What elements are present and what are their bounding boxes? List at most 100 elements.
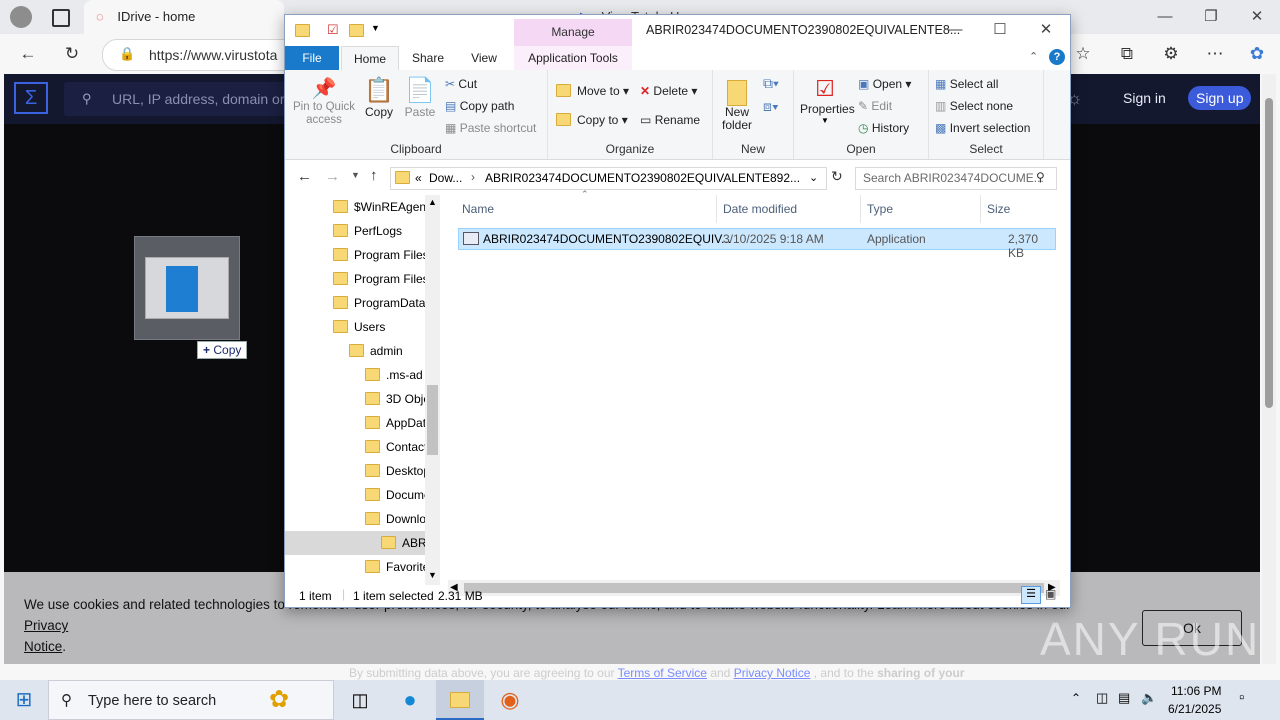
- details-view-icon[interactable]: ☰: [1021, 586, 1041, 604]
- tree-item[interactable]: 3D Objects: [285, 387, 440, 411]
- tab-actions-icon[interactable]: [52, 9, 70, 27]
- favorites-icon[interactable]: ☆: [1068, 39, 1098, 69]
- tree-item[interactable]: Favorites: [285, 555, 440, 579]
- collections-icon[interactable]: ⧉: [1112, 39, 1142, 69]
- recent-dropdown-icon[interactable]: ▼: [351, 170, 360, 180]
- tree-item[interactable]: Program Files: [285, 243, 440, 267]
- notifications-icon[interactable]: ▫: [1239, 689, 1244, 706]
- paste-shortcut-button[interactable]: ▦ Paste shortcut: [445, 121, 536, 135]
- refresh-path-icon[interactable]: ↻: [831, 168, 843, 185]
- easy-access-icon[interactable]: ⧈▾: [763, 98, 779, 115]
- edit-button[interactable]: ✎ Edit: [858, 99, 892, 113]
- tree-item[interactable]: Contacts: [285, 435, 440, 459]
- up-arrow-icon[interactable]: ↑: [370, 167, 378, 184]
- select-all-button[interactable]: ▦ Select all: [935, 77, 998, 91]
- delete-button[interactable]: ✕ Delete ▾: [640, 84, 697, 98]
- scroll-up-icon[interactable]: ▲: [428, 197, 437, 207]
- invert-selection-button[interactable]: ▩ Invert selection: [935, 121, 1030, 135]
- sign-in-link[interactable]: Sign in: [1123, 90, 1166, 106]
- open-button[interactable]: ▣ Open ▾: [858, 77, 911, 91]
- tree-item[interactable]: Documents: [285, 483, 440, 507]
- pin-quick-access-button[interactable]: 📌 Pin to Quick access: [291, 76, 357, 127]
- forward-arrow-icon[interactable]: →: [325, 168, 340, 185]
- task-view-icon[interactable]: ◫: [336, 680, 384, 720]
- tree-item[interactable]: ProgramData: [285, 291, 440, 315]
- tab-application-tools[interactable]: Application Tools: [514, 46, 632, 70]
- tab-view[interactable]: View: [459, 46, 509, 70]
- profile-avatar[interactable]: [10, 6, 32, 28]
- tree-item[interactable]: $WinREAgent: [285, 195, 440, 219]
- paste-button[interactable]: 📄 Paste: [401, 76, 439, 119]
- column-date-modified[interactable]: Date modified: [716, 195, 863, 223]
- tree-item[interactable]: PerfLogs: [285, 219, 440, 243]
- terms-link[interactable]: Terms of Service: [618, 666, 707, 680]
- tree-item[interactable]: ABRIR023: [285, 531, 440, 555]
- collapse-ribbon-icon[interactable]: ⌃: [1029, 50, 1038, 63]
- firefox-icon[interactable]: ◉: [486, 680, 534, 720]
- sign-up-button[interactable]: Sign up: [1188, 86, 1252, 110]
- tree-item[interactable]: Downloads: [285, 507, 440, 531]
- tab-share[interactable]: Share: [403, 46, 453, 70]
- tab-home[interactable]: Home: [341, 46, 399, 72]
- copy-button[interactable]: 📋 Copy: [361, 76, 397, 119]
- copy-path-button[interactable]: ▤ Copy path: [445, 99, 514, 113]
- path-segment-folder[interactable]: ABRIR023474DOCUMENTO2390802EQUIVALENTE89…: [485, 171, 800, 185]
- refresh-icon[interactable]: ↻: [57, 39, 87, 69]
- new-folder-quick-icon[interactable]: [349, 24, 370, 38]
- select-none-button[interactable]: ▥ Select none: [935, 99, 1013, 113]
- explorer-close-button[interactable]: ✕: [1023, 13, 1069, 47]
- tree-item[interactable]: AppData: [285, 411, 440, 435]
- new-folder-button[interactable]: New folder: [717, 76, 757, 132]
- copy-to-button[interactable]: Copy to ▾: [556, 113, 628, 127]
- tree-item[interactable]: Program Files: [285, 267, 440, 291]
- path-dropdown-icon[interactable]: ⌄: [809, 171, 818, 184]
- nav-scrollbar[interactable]: ▲ ▼: [425, 195, 440, 585]
- explorer-maximize-button[interactable]: ☐: [977, 13, 1023, 47]
- windows-start-icon[interactable]: ⊞: [0, 680, 48, 720]
- back-arrow-icon[interactable]: ←: [297, 168, 312, 185]
- taskbar-search-box[interactable]: ⚲ Type here to search ✿: [48, 680, 334, 720]
- vt-search-bar[interactable]: ⚲ URL, IP address, domain or fil: [64, 82, 304, 116]
- privacy-notice-link[interactable]: Privacy Notice: [734, 666, 811, 680]
- page-scrollbar[interactable]: [1262, 74, 1276, 664]
- new-item-icon[interactable]: ⧉▾: [763, 75, 779, 92]
- explorer-minimize-button[interactable]: —: [932, 13, 978, 47]
- properties-quick-icon[interactable]: ☑: [327, 22, 339, 38]
- tree-item[interactable]: Desktop: [285, 459, 440, 483]
- browser-restore-button[interactable]: ❐: [1188, 0, 1234, 34]
- virustotal-logo-icon[interactable]: Σ: [14, 82, 48, 114]
- tree-item[interactable]: Users: [285, 315, 440, 339]
- copilot-icon[interactable]: ✿: [1242, 39, 1272, 69]
- clock-date[interactable]: 6/21/2025: [1168, 702, 1221, 716]
- tree-item[interactable]: admin: [285, 339, 440, 363]
- path-segment-downloads[interactable]: Dow...: [429, 171, 462, 185]
- clock-time[interactable]: 11:06 PM: [1171, 684, 1221, 698]
- properties-button[interactable]: ☑ Properties ▼: [800, 76, 855, 125]
- browser-close-button[interactable]: ✕: [1234, 0, 1280, 34]
- cut-button[interactable]: ✂ Cut: [445, 77, 477, 91]
- tab-file[interactable]: File: [285, 46, 339, 70]
- extensions-icon[interactable]: ⚙: [1156, 39, 1186, 69]
- privacy-link[interactable]: Privacy: [24, 618, 68, 633]
- tray-overflow-icon[interactable]: ⌃: [1071, 691, 1081, 705]
- column-type[interactable]: Type: [860, 195, 977, 223]
- path-bar[interactable]: « Dow... › ABRIR023474DOCUMENTO2390802EQ…: [390, 167, 827, 190]
- file-row[interactable]: ABRIR023474DOCUMENTO2390802EQUIV... 3/10…: [458, 228, 1056, 260]
- back-icon[interactable]: ←: [13, 39, 43, 69]
- tree-item[interactable]: .ms-ad: [285, 363, 440, 387]
- move-to-button[interactable]: Move to ▾: [556, 84, 629, 98]
- large-icons-view-icon[interactable]: ▣: [1045, 587, 1056, 601]
- edge-icon[interactable]: ●: [386, 680, 434, 720]
- tab-idrive[interactable]: ◌ IDrive - home: [84, 0, 284, 34]
- rename-button[interactable]: ▭ Rename: [640, 113, 700, 127]
- help-icon[interactable]: ?: [1049, 49, 1065, 65]
- volume-icon[interactable]: 🔈: [1141, 690, 1157, 706]
- file-explorer-taskbar-icon[interactable]: [436, 680, 484, 720]
- explorer-search-input[interactable]: Search ABRIR023474DOCUME... ⚲: [855, 167, 1057, 190]
- history-button[interactable]: ◷ History: [858, 121, 909, 135]
- browser-minimize-button[interactable]: —: [1142, 0, 1188, 34]
- security-tray-icon[interactable]: ◫: [1096, 690, 1108, 706]
- more-menu-icon[interactable]: ⋯: [1200, 39, 1230, 69]
- network-icon[interactable]: ▤: [1118, 690, 1130, 706]
- notice-link[interactable]: Notice: [24, 639, 62, 654]
